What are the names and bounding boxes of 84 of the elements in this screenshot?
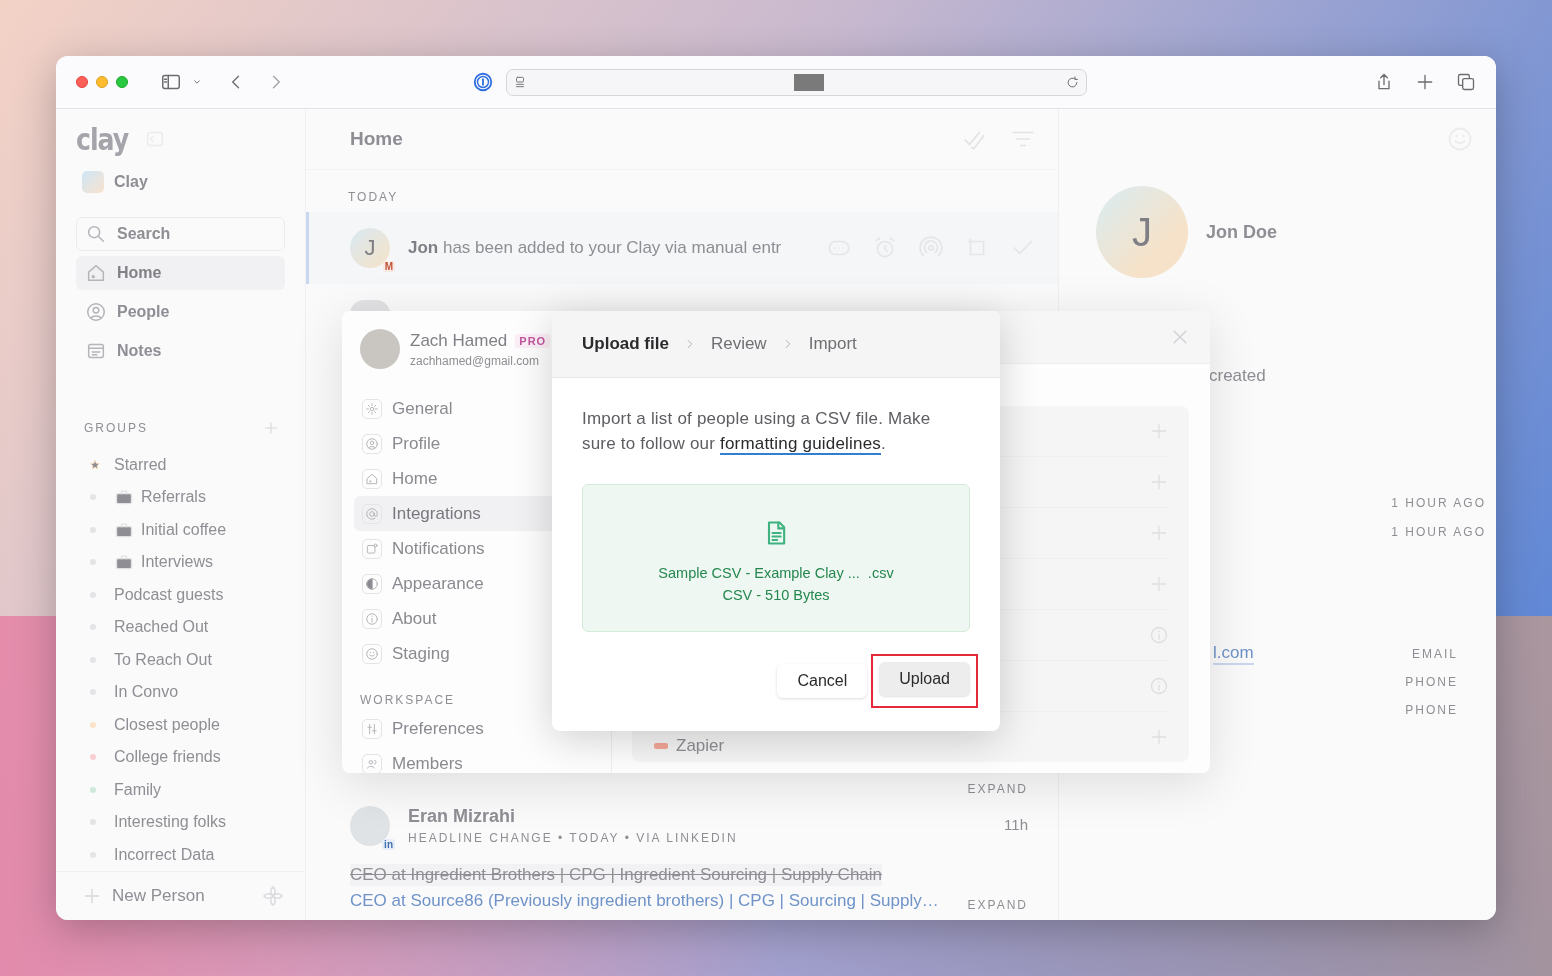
- minimize-window-control[interactable]: [96, 76, 108, 88]
- section-heading: WORKSPACE: [360, 693, 457, 707]
- settings-icon: [365, 401, 379, 416]
- step-tab[interactable]: Review: [710, 334, 767, 354]
- group-item[interactable]: Interviews: [76, 545, 285, 579]
- person-icon: [85, 301, 107, 324]
- group-item[interactable]: Closest people: [76, 708, 285, 741]
- user-name: Zach Hamed: [410, 330, 508, 351]
- email-link[interactable]: l.com: [1213, 643, 1254, 665]
- cancel-button[interactable]: Cancel: [777, 664, 868, 698]
- page-icon: [513, 75, 527, 89]
- created-label: created: [1209, 366, 1267, 386]
- reload-icon: [1065, 74, 1080, 90]
- close-window-control[interactable]: [76, 76, 88, 88]
- user-email: zachhamed@gmail.com: [410, 353, 540, 368]
- workspace-name: Clay: [114, 173, 148, 192]
- group-item[interactable]: Interesting folks: [76, 805, 285, 839]
- plan-badge: PRO: [515, 333, 551, 348]
- update-meta: HEADLINE CHANGE • TODAY • VIA LINKEDIN: [408, 831, 738, 845]
- timestamp: 1 HOUR AGO: [1391, 496, 1486, 510]
- house-icon: [365, 471, 379, 486]
- at-sign-icon: [365, 506, 379, 521]
- old-headline: CEO at Ingredient Brothers | CPG | Ingredient Sourcing | Supply Chain: [350, 864, 883, 886]
- file-dropzone[interactable]: Sample CSV - Example Clay ... .csv CSV - 510 Bytes: [582, 484, 970, 632]
- description-text: Import a list of people using a CSV file. Make sure to follow our formatting guidelines.: [582, 408, 932, 456]
- timestamp: 11h: [1004, 816, 1028, 833]
- activity-row[interactable]: J M Jon has been added to your Clay via manual entr: [306, 212, 1058, 284]
- sidebar-item[interactable]: Notes: [76, 334, 285, 369]
- expand-link[interactable]: EXPAND: [967, 898, 1028, 912]
- expand-link[interactable]: EXPAND: [967, 782, 1028, 796]
- person-icon: [365, 436, 379, 451]
- sidebar-item[interactable]: Search: [76, 217, 285, 252]
- group-item[interactable]: Incorrect Data: [76, 838, 285, 871]
- section-heading: TODAY: [348, 190, 400, 204]
- sliders-icon: [365, 721, 379, 736]
- workspace-icon: [82, 171, 104, 194]
- new-person-button[interactable]: New Person: [82, 885, 205, 906]
- contact-name: Jon Doe: [1206, 221, 1277, 243]
- integration-name: Zapier: [676, 736, 725, 756]
- redacted-block: [794, 73, 824, 91]
- group-item[interactable]: Initial coffee: [76, 513, 285, 546]
- tabs-icon[interactable]: [1456, 72, 1476, 92]
- avatar-photo-placeholder: [360, 329, 400, 369]
- field-label: EMAIL: [1412, 647, 1458, 661]
- zoom-window-control[interactable]: [116, 76, 128, 88]
- contrast-icon: [365, 576, 379, 591]
- activity-text: Jon has been added to your Clay via manual entr: [408, 238, 783, 258]
- group-item[interactable]: In Convo: [76, 675, 285, 709]
- star-icon: [88, 457, 102, 472]
- field-label: PHONE: [1405, 675, 1458, 689]
- field-label: PHONE: [1405, 703, 1458, 717]
- group-item[interactable]: Starred: [76, 448, 285, 481]
- new-tab-icon[interactable]: [1415, 72, 1435, 92]
- info-icon: [365, 611, 379, 626]
- group-item[interactable]: College friends: [76, 740, 285, 774]
- sidebar-item[interactable]: People: [76, 295, 285, 330]
- guidelines-link[interactable]: formatting guidelines: [720, 434, 882, 455]
- source-badge: M: [382, 261, 395, 272]
- address-field[interactable]: [506, 68, 1087, 96]
- smiley-icon: [365, 646, 379, 661]
- notification-icon: [365, 541, 379, 556]
- page-title: Home: [350, 128, 403, 150]
- step-tab[interactable]: Import: [808, 334, 857, 354]
- group-item[interactable]: Podcast guests: [76, 578, 285, 611]
- group-item[interactable]: Family: [76, 773, 285, 806]
- section-heading: GROUPS: [84, 421, 148, 436]
- sidebar-item[interactable]: Home: [76, 256, 285, 291]
- group-item[interactable]: Reached Out: [76, 610, 285, 644]
- step-tab[interactable]: Upload file: [582, 334, 669, 354]
- timestamp: 1 HOUR AGO: [1391, 525, 1486, 539]
- settings-nav-item[interactable]: Members: [354, 746, 601, 773]
- file-details: CSV - 510 Bytes: [722, 587, 830, 603]
- file-name: Sample CSV - Example Clay ... .csv: [658, 565, 894, 581]
- upload-button[interactable]: Upload: [879, 662, 970, 696]
- contact-name: Eran Mizrahi: [408, 806, 517, 827]
- avatar: J: [1096, 186, 1188, 278]
- password-manager-icon[interactable]: [472, 71, 494, 93]
- app-logo: clay: [76, 120, 129, 158]
- source-badge: in: [382, 839, 395, 850]
- group-item[interactable]: Referrals: [76, 480, 285, 514]
- group-item[interactable]: To Reach Out: [76, 643, 285, 676]
- add-icon: [263, 420, 279, 437]
- flower-icon: [261, 883, 285, 908]
- new-headline: CEO at Source86 (Previously ingredient brothers) | CPG | Sourcing | Supply…: [350, 890, 939, 912]
